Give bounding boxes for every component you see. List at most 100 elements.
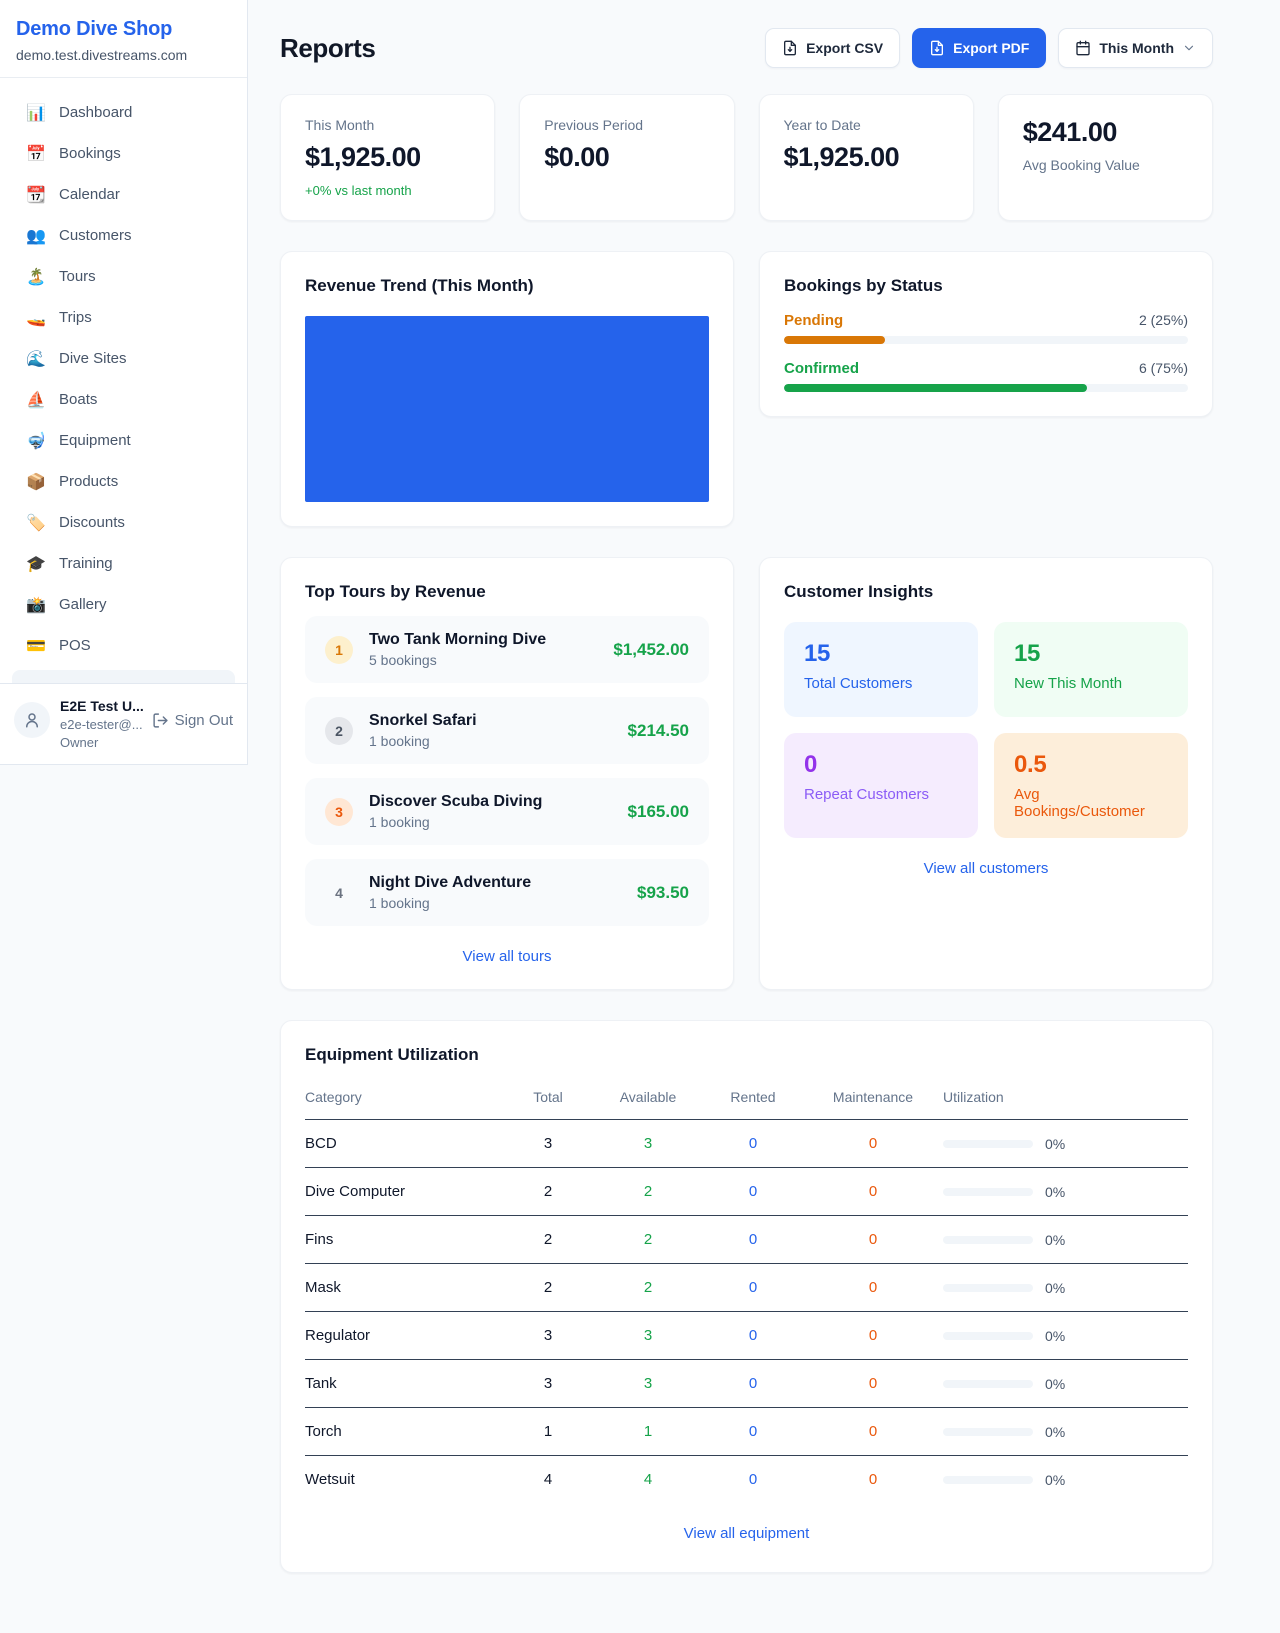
island-icon: 🏝️ xyxy=(26,267,46,286)
equipment-category: Mask xyxy=(305,1279,503,1296)
rank-badge: 4 xyxy=(325,879,353,907)
view-all-equipment-link[interactable]: View all equipment xyxy=(305,1525,1188,1542)
equipment-available: 2 xyxy=(593,1231,703,1248)
utilization-percent: 0% xyxy=(1045,1424,1065,1440)
wave-icon: 🌊 xyxy=(26,349,46,368)
sidebar-item-dive-sites[interactable]: 🌊 Dive Sites xyxy=(12,338,235,379)
status-value-pending: 2 (25%) xyxy=(1139,312,1188,328)
tour-row: 4 Night Dive Adventure 1 booking $93.50 xyxy=(305,859,709,926)
sidebar-item-calendar[interactable]: 📆 Calendar xyxy=(12,174,235,215)
col-rented: Rented xyxy=(703,1089,803,1105)
sidebar-item-dashboard[interactable]: 📊 Dashboard xyxy=(12,92,235,133)
utilization-percent: 0% xyxy=(1045,1376,1065,1392)
sign-out-label: Sign Out xyxy=(175,712,233,729)
table-row-torch: Torch 1 1 0 0 0% xyxy=(305,1408,1188,1456)
equipment-total: 4 xyxy=(503,1471,593,1488)
tour-bookings: 1 booking xyxy=(369,733,612,749)
shop-domain: demo.test.divestreams.com xyxy=(16,47,231,63)
tour-name: Discover Scuba Diving xyxy=(369,793,612,811)
sidebar-item-products[interactable]: 📦 Products xyxy=(12,461,235,502)
revenue-trend-title: Revenue Trend (This Month) xyxy=(305,276,709,296)
customer-insights-card: Customer Insights 15 Total Customers 15 … xyxy=(759,557,1213,990)
sidebar-item-boats[interactable]: ⛵ Boats xyxy=(12,379,235,420)
tour-name: Two Tank Morning Dive xyxy=(369,631,597,649)
tour-name: Snorkel Safari xyxy=(369,712,612,730)
equipment-available: 2 xyxy=(593,1183,703,1200)
tile-value: 0 xyxy=(804,751,958,779)
top-tours-card: Top Tours by Revenue 1 Two Tank Morning … xyxy=(280,557,734,990)
sidebar-item-trips[interactable]: 🚤 Trips xyxy=(12,297,235,338)
equipment-rented: 0 xyxy=(703,1423,803,1440)
rank-badge: 2 xyxy=(325,717,353,745)
sidebar-item-bookings[interactable]: 📅 Bookings xyxy=(12,133,235,174)
col-total: Total xyxy=(503,1089,593,1105)
sidebar-item-pos[interactable]: 💳 POS xyxy=(12,625,235,666)
equipment-available: 3 xyxy=(593,1135,703,1152)
sidebar-item-training[interactable]: 🎓 Training xyxy=(12,543,235,584)
chevron-down-icon xyxy=(1182,41,1196,55)
file-download-icon xyxy=(929,40,945,56)
col-maintenance: Maintenance xyxy=(803,1089,943,1105)
user-role: Owner xyxy=(60,735,142,750)
sidebar-item-discounts[interactable]: 🏷️ Discounts xyxy=(12,502,235,543)
stat-value: $0.00 xyxy=(544,142,709,173)
sign-out-icon xyxy=(152,712,169,729)
file-download-icon xyxy=(782,40,798,56)
equipment-maintenance: 0 xyxy=(803,1183,943,1200)
revenue-trend-card: Revenue Trend (This Month) xyxy=(280,251,734,527)
sidebar-item-equipment[interactable]: 🤿 Equipment xyxy=(12,420,235,461)
utilization-bar xyxy=(943,1332,1033,1340)
equipment-maintenance: 0 xyxy=(803,1471,943,1488)
equipment-category: Regulator xyxy=(305,1327,503,1344)
view-all-customers-link[interactable]: View all customers xyxy=(784,860,1188,877)
export-pdf-button[interactable]: Export PDF xyxy=(912,28,1046,68)
col-category: Category xyxy=(305,1089,503,1105)
view-all-tours-link[interactable]: View all tours xyxy=(305,948,709,965)
diving-mask-icon: 🤿 xyxy=(26,431,46,450)
stat-value: $1,925.00 xyxy=(784,142,949,173)
equipment-available: 2 xyxy=(593,1279,703,1296)
tour-name: Night Dive Adventure xyxy=(369,874,621,892)
sidebar-item-label: Calendar xyxy=(59,186,120,203)
sailboat-icon: ⛵ xyxy=(26,390,46,409)
equipment-category: Fins xyxy=(305,1231,503,1248)
tour-revenue: $1,452.00 xyxy=(613,640,689,660)
sidebar-item-label: Tours xyxy=(59,268,96,285)
bookings-by-status-card: Bookings by Status Pending 2 (25%) Confi… xyxy=(759,251,1213,417)
equipment-total: 2 xyxy=(503,1231,593,1248)
user-meta: E2E Test U... e2e-tester@... Owner xyxy=(60,698,142,750)
stat-label: Avg Booking Value xyxy=(1023,157,1188,173)
sidebar-item-label: Boats xyxy=(59,391,97,408)
tile-repeat-customers: 0 Repeat Customers xyxy=(784,733,978,838)
tear-off-calendar-icon: 📆 xyxy=(26,185,46,204)
tile-avg-bookings-customer: 0.5 Avg Bookings/Customer xyxy=(994,733,1188,838)
table-row-regulator: Regulator 3 3 0 0 0% xyxy=(305,1312,1188,1360)
utilization-percent: 0% xyxy=(1045,1472,1065,1488)
avatar xyxy=(14,702,50,738)
equipment-total: 3 xyxy=(503,1327,593,1344)
equipment-available: 1 xyxy=(593,1423,703,1440)
rank-badge: 1 xyxy=(325,636,353,664)
sidebar-item-gallery[interactable]: 📸 Gallery xyxy=(12,584,235,625)
equipment-available: 3 xyxy=(593,1327,703,1344)
equipment-rented: 0 xyxy=(703,1279,803,1296)
table-row-wetsuit: Wetsuit 4 4 0 0 0% xyxy=(305,1456,1188,1503)
export-csv-button[interactable]: Export CSV xyxy=(765,28,900,68)
user-panel: E2E Test U... e2e-tester@... Owner Sign … xyxy=(0,683,247,764)
equipment-total: 3 xyxy=(503,1135,593,1152)
graduation-cap-icon: 🎓 xyxy=(26,554,46,573)
page-header: Reports Export CSV Export PDF This Month xyxy=(280,28,1213,68)
sidebar-item-customers[interactable]: 👥 Customers xyxy=(12,215,235,256)
equipment-rented: 0 xyxy=(703,1231,803,1248)
sidebar-item-label: Bookings xyxy=(59,145,121,162)
sidebar-item-tours[interactable]: 🏝️ Tours xyxy=(12,256,235,297)
revenue-trend-bar xyxy=(305,316,709,502)
tour-bookings: 1 booking xyxy=(369,814,612,830)
app-root: Demo Dive Shop demo.test.divestreams.com… xyxy=(0,0,1280,1633)
status-row-pending: Pending 2 (25%) xyxy=(784,312,1188,329)
sign-out-button[interactable]: Sign Out xyxy=(152,712,233,729)
status-label-confirmed: Confirmed xyxy=(784,360,859,377)
period-dropdown[interactable]: This Month xyxy=(1058,28,1213,68)
equipment-total: 2 xyxy=(503,1279,593,1296)
tile-value: 15 xyxy=(1014,640,1168,668)
